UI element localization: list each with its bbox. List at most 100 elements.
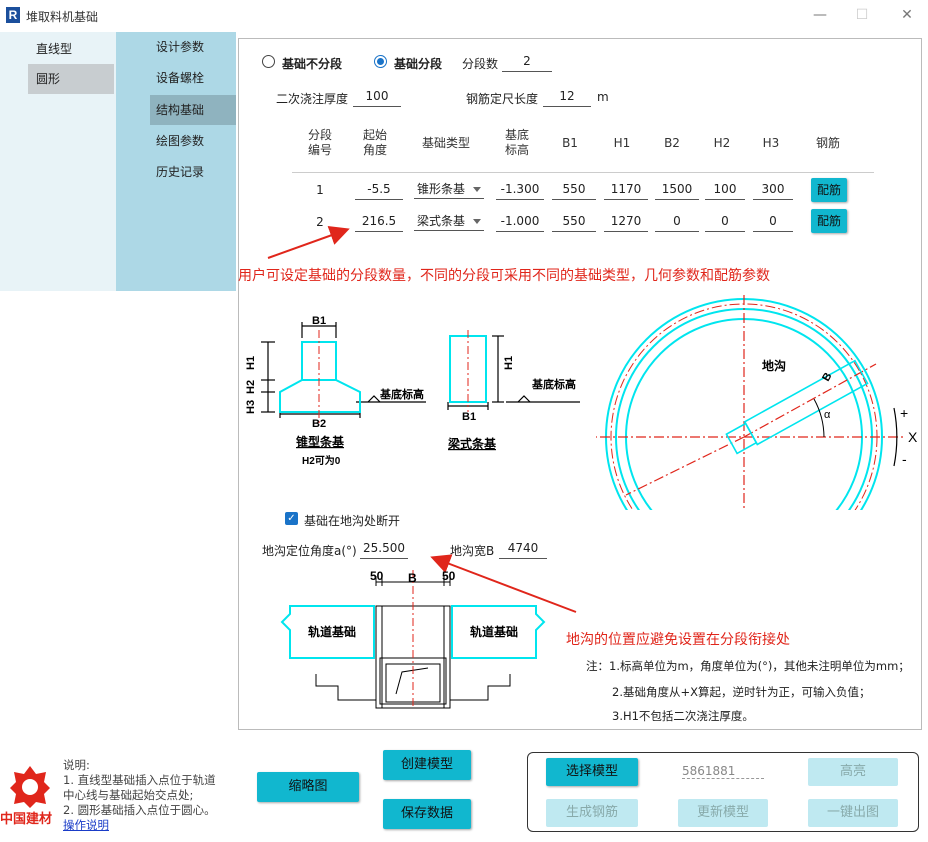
highlight-button[interactable]: 高亮 [808, 758, 898, 786]
cone-h2-label: H2 [246, 380, 257, 394]
cone-h1-label: H1 [246, 356, 257, 370]
col-header-h3: H3 [762, 136, 780, 150]
cone-note: H2可为0 [302, 454, 341, 467]
rebar-length-input[interactable]: 12 [543, 86, 591, 107]
window-title: 堆取料机基础 [26, 10, 99, 24]
minimize-icon[interactable]: — [808, 4, 832, 26]
model-id-field[interactable]: 5861881 [682, 764, 764, 779]
row1-b1-input[interactable]: 550 [552, 179, 596, 200]
brand-logo-icon [10, 766, 50, 808]
col-header-type: 基础类型 [421, 136, 470, 150]
row1-no: 1 [316, 183, 324, 197]
cone-elev-label: 基底标高 [379, 387, 424, 401]
col-header-rebar: 钢筋 [815, 136, 840, 150]
annotation-top: 用户可设定基础的分段数量，不同的分段可采用不同的基础类型，几何参数和配筋参数 [238, 268, 770, 284]
col-header-b1: B1 [562, 136, 578, 150]
row1-elev-input[interactable]: -1.300 [496, 179, 544, 200]
desc-line1: 1. 直线型基础插入点位于轨道 [63, 773, 216, 787]
row1-rebar-button[interactable]: 配筋 [811, 178, 847, 202]
rebar-length-label: 钢筋定尺长度 [466, 92, 539, 106]
subnav-item-drawing-params[interactable]: 绘图参数 [150, 126, 236, 156]
trench-label: 地沟 [762, 358, 786, 373]
row2-h1-input[interactable]: 1270 [604, 211, 648, 232]
note-line3: 3.H1不包括二次浇注厚度。 [612, 709, 754, 723]
trench-angle-label: 地沟定位角度a(°) [262, 544, 357, 558]
beam-caption: 梁式条基 [447, 436, 497, 451]
cone-b2-label: B2 [312, 418, 326, 430]
select-model-button[interactable]: 选择模型 [546, 758, 638, 786]
cone-h3-label: H3 [246, 400, 257, 414]
annotation-arrow-top [267, 225, 350, 259]
generate-rebar-button[interactable]: 生成钢筋 [546, 799, 638, 827]
radio-no-segment-label: 基础不分段 [282, 57, 343, 71]
desc-title: 说明: [63, 758, 90, 772]
segment-count-input[interactable]: 2 [502, 51, 552, 72]
row2-type-value: 梁式条基 [417, 214, 466, 228]
beam-h1-label: H1 [503, 356, 515, 370]
radio-segment[interactable] [374, 55, 387, 68]
maximize-icon[interactable]: ☐ [850, 4, 874, 26]
row2-angle-input[interactable]: 216.5 [355, 211, 403, 232]
row2-b2-input[interactable]: 0 [655, 211, 699, 232]
note-line1: 注：1.标高单位为m，角度单位为(°)，其他未注明单位为mm； [586, 659, 910, 673]
row2-b1-input[interactable]: 550 [552, 211, 596, 232]
row2-rebar-button[interactable]: 配筋 [811, 209, 847, 233]
subnav-item-history[interactable]: 历史记录 [150, 157, 236, 187]
trench-left-label: 轨道基础 [308, 624, 356, 639]
note-line2: 2.基础角度从+X算起，逆时针为正，可输入负值； [612, 685, 871, 699]
alpha-label: α [824, 409, 831, 421]
col-header-elev: 基底 标高 [504, 128, 529, 157]
export-drawing-button[interactable]: 一键出图 [808, 799, 898, 827]
trench-right-label: 轨道基础 [470, 624, 518, 639]
app-logo-icon: R [6, 7, 20, 23]
create-model-button[interactable]: 创建模型 [383, 750, 471, 780]
close-icon[interactable]: ✕ [895, 4, 919, 26]
trench-dim-left: 50 [370, 569, 384, 583]
row1-type-value: 锥形条基 [417, 182, 466, 196]
nav-item-linear[interactable]: 直线型 [28, 34, 114, 64]
circular-foundation-diagram: 地沟 B α + X - [596, 295, 918, 510]
sub-nav: 设计参数 设备螺栓 结构基础 绘图参数 历史记录 [116, 32, 236, 291]
beam-elev-label: 基底标高 [531, 377, 576, 391]
cone-foundation-diagram: B1 B2 H1 H2 H3 基底标高 锥型条基 H2可为0 [246, 315, 426, 467]
subnav-item-structure[interactable]: 结构基础 [150, 95, 236, 125]
subnav-item-bolts[interactable]: 设备螺栓 [150, 63, 236, 93]
chevron-down-icon [473, 219, 481, 224]
thumbnail-button[interactable]: 缩略图 [257, 772, 359, 802]
row1-type-select[interactable]: 锥形条基 [414, 179, 484, 199]
row2-h3-input[interactable]: 0 [753, 211, 793, 232]
save-data-button[interactable]: 保存数据 [383, 799, 471, 829]
segment-count-label: 分段数 [462, 57, 499, 71]
radio-no-segment[interactable] [262, 55, 275, 68]
col-header-b2: B2 [664, 136, 680, 150]
row2-elev-input[interactable]: -1.000 [496, 211, 544, 232]
row1-b2-input[interactable]: 1500 [655, 179, 699, 200]
brand-name: 中国建材 [0, 812, 53, 827]
row2-type-select[interactable]: 梁式条基 [414, 211, 484, 231]
beam-b1-label: B1 [462, 411, 476, 423]
x-axis-label: X [908, 429, 918, 445]
annotation-bottom: 地沟的位置应避免设置在分段衔接处 [566, 632, 790, 648]
trench-angle-input[interactable]: 25.500 [360, 538, 408, 559]
update-model-button[interactable]: 更新模型 [678, 799, 768, 827]
chevron-down-icon [473, 187, 481, 192]
row2-h2-input[interactable]: 0 [705, 211, 745, 232]
row1-h1-input[interactable]: 1170 [604, 179, 648, 200]
break-at-trench-label: 基础在地沟处断开 [304, 514, 401, 528]
help-link[interactable]: 操作说明 [63, 817, 109, 833]
minus-label: - [902, 451, 907, 467]
subnav-item-design-params[interactable]: 设计参数 [150, 32, 236, 62]
nav-item-circular[interactable]: 圆形 [28, 64, 114, 94]
trench-dim-b: B [408, 571, 417, 585]
break-at-trench-checkbox[interactable]: ✓ [285, 512, 298, 525]
trench-section-diagram: 50 B 50 轨道基础 轨道基础 [280, 569, 546, 709]
row1-h2-input[interactable]: 100 [705, 179, 745, 200]
radio-segment-label: 基础分段 [394, 57, 443, 71]
cone-caption: 锥型条基 [296, 434, 345, 449]
col-header-h1: H1 [613, 136, 631, 150]
row1-h3-input[interactable]: 300 [753, 179, 793, 200]
rebar-length-unit: m [597, 90, 609, 104]
row1-angle-input[interactable]: -5.5 [355, 179, 403, 200]
grout-input[interactable]: 100 [353, 86, 401, 107]
col-header-angle: 起始 角度 [362, 128, 387, 157]
